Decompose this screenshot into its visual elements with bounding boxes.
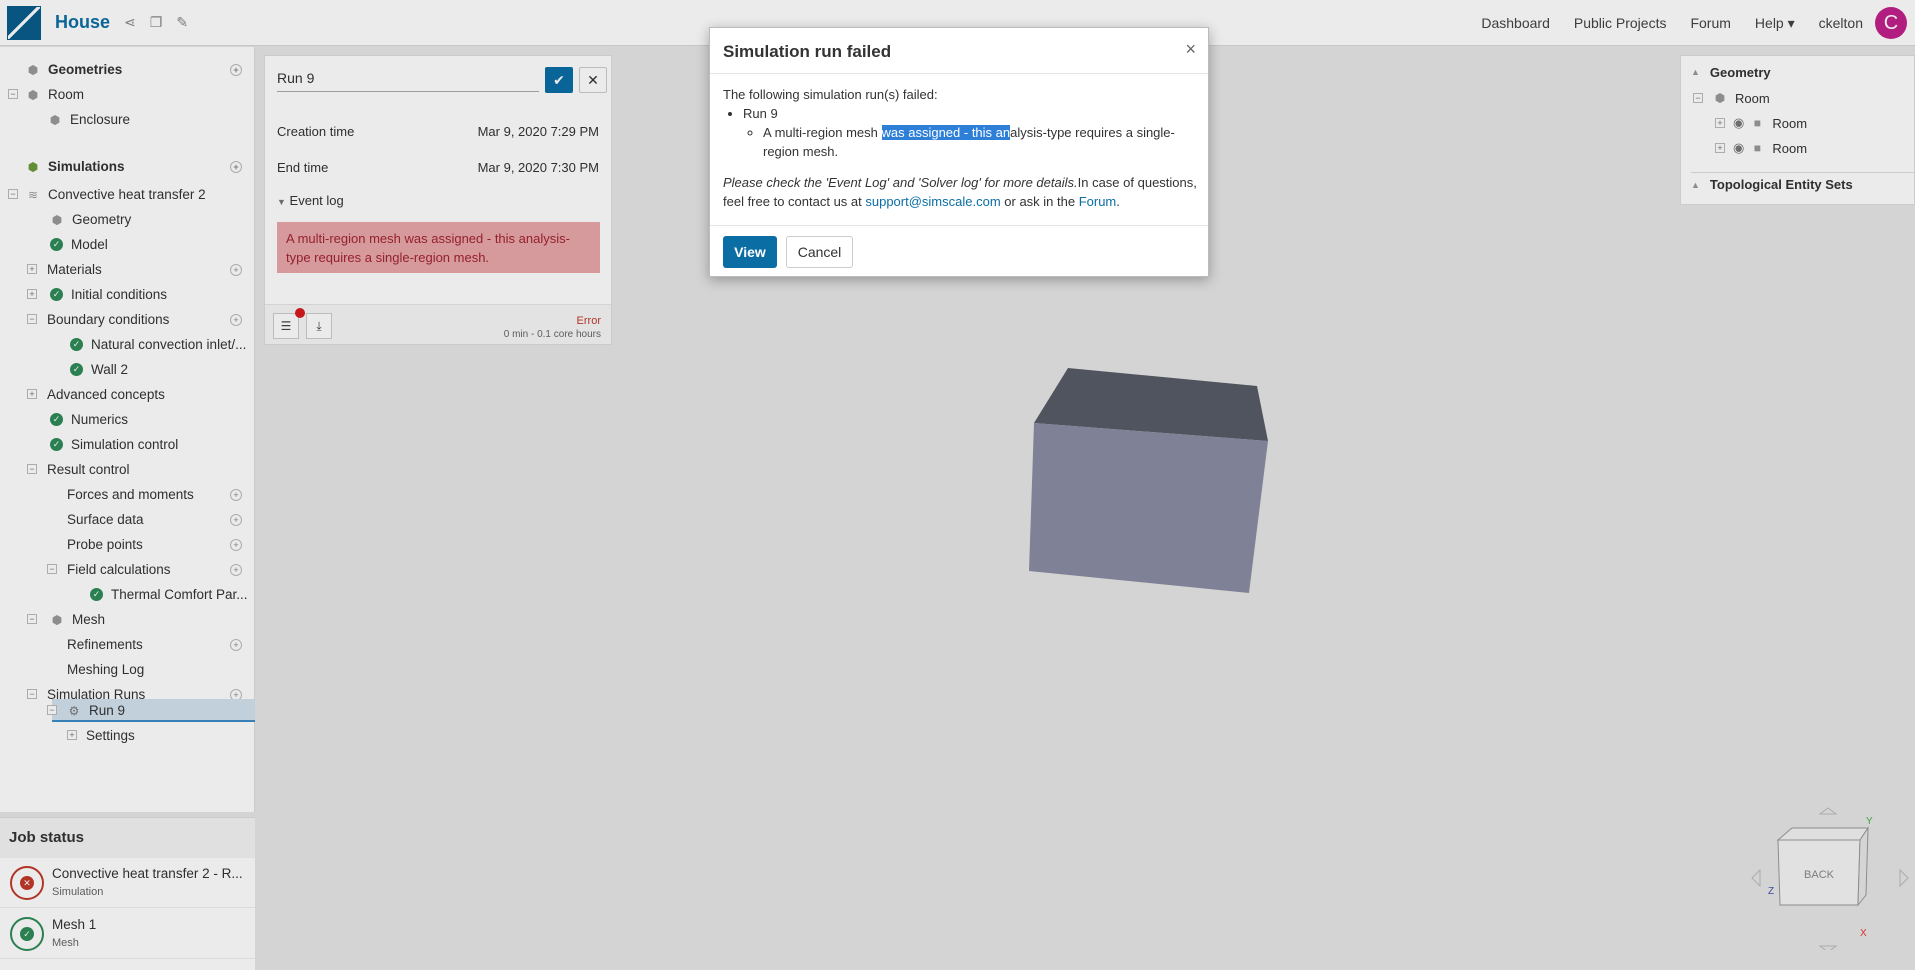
failure-message: A multi-region mesh was assigned - this … [763,123,1198,161]
view-button[interactable]: View [723,236,777,268]
forum-link[interactable]: Forum [1079,194,1117,209]
dialog-title: Simulation run failed [723,42,892,61]
run-label: Run 9 [743,106,778,121]
msg-highlight: was assigned - this an [881,125,1011,140]
dialog-intro: The following simulation run(s) failed: [723,87,938,102]
cancel-button[interactable]: Cancel [786,236,853,268]
dialog-note: Please check the 'Event Log' and 'Solver… [723,173,1198,211]
dialog-header: Simulation run failed × [710,28,1208,74]
failed-runs-list: Run 9 A multi-region mesh was assigned -… [743,104,1198,161]
dialog-body: The following simulation run(s) failed: … [723,85,1198,211]
support-email-link[interactable]: support@simscale.com [865,194,1000,209]
dialog-footer: View Cancel [710,225,1208,276]
msg-pre: A multi-region mesh [763,125,882,140]
note-italic: Please check the 'Event Log' and 'Solver… [723,175,1078,190]
note-mid: or ask in the [1000,194,1079,209]
close-icon[interactable]: × [1185,39,1196,60]
note-end: . [1116,194,1120,209]
failed-run: Run 9 A multi-region mesh was assigned -… [743,104,1198,161]
simulation-failed-dialog: Simulation run failed × The following si… [709,27,1209,277]
